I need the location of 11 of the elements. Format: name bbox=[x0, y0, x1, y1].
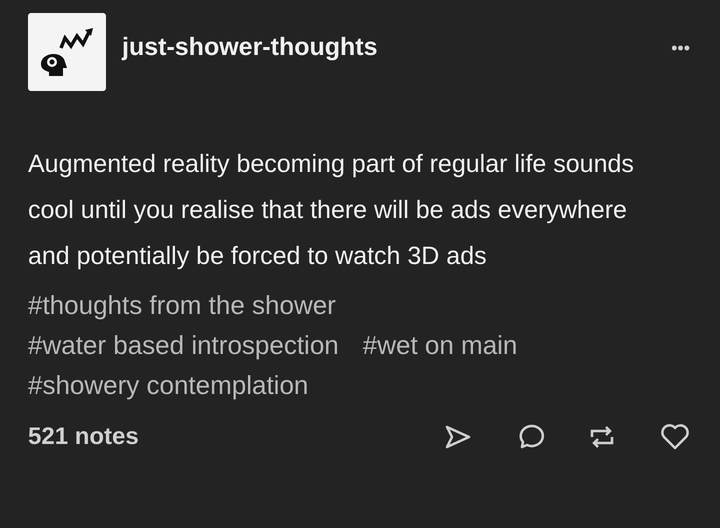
tag-link[interactable]: #showery contemplation bbox=[28, 365, 308, 405]
post-text: Augmented reality becoming part of regular life sounds cool until you realise that there will be ads everywhere and potentially be forced to watch 3D ads bbox=[28, 149, 635, 272]
notes-count[interactable]: 521 notes bbox=[28, 419, 139, 455]
tag-link[interactable]: #thoughts from the shower bbox=[28, 285, 336, 325]
blog-avatar[interactable] bbox=[28, 13, 106, 91]
send-icon[interactable] bbox=[444, 423, 472, 451]
tag-link[interactable]: #wet on main bbox=[362, 325, 518, 365]
blog-name[interactable]: just-shower-thoughts bbox=[122, 29, 378, 67]
heart-icon[interactable] bbox=[660, 423, 690, 451]
more-options-button[interactable]: ••• bbox=[671, 34, 690, 62]
tag-link[interactable]: #water based introspection bbox=[28, 325, 339, 365]
